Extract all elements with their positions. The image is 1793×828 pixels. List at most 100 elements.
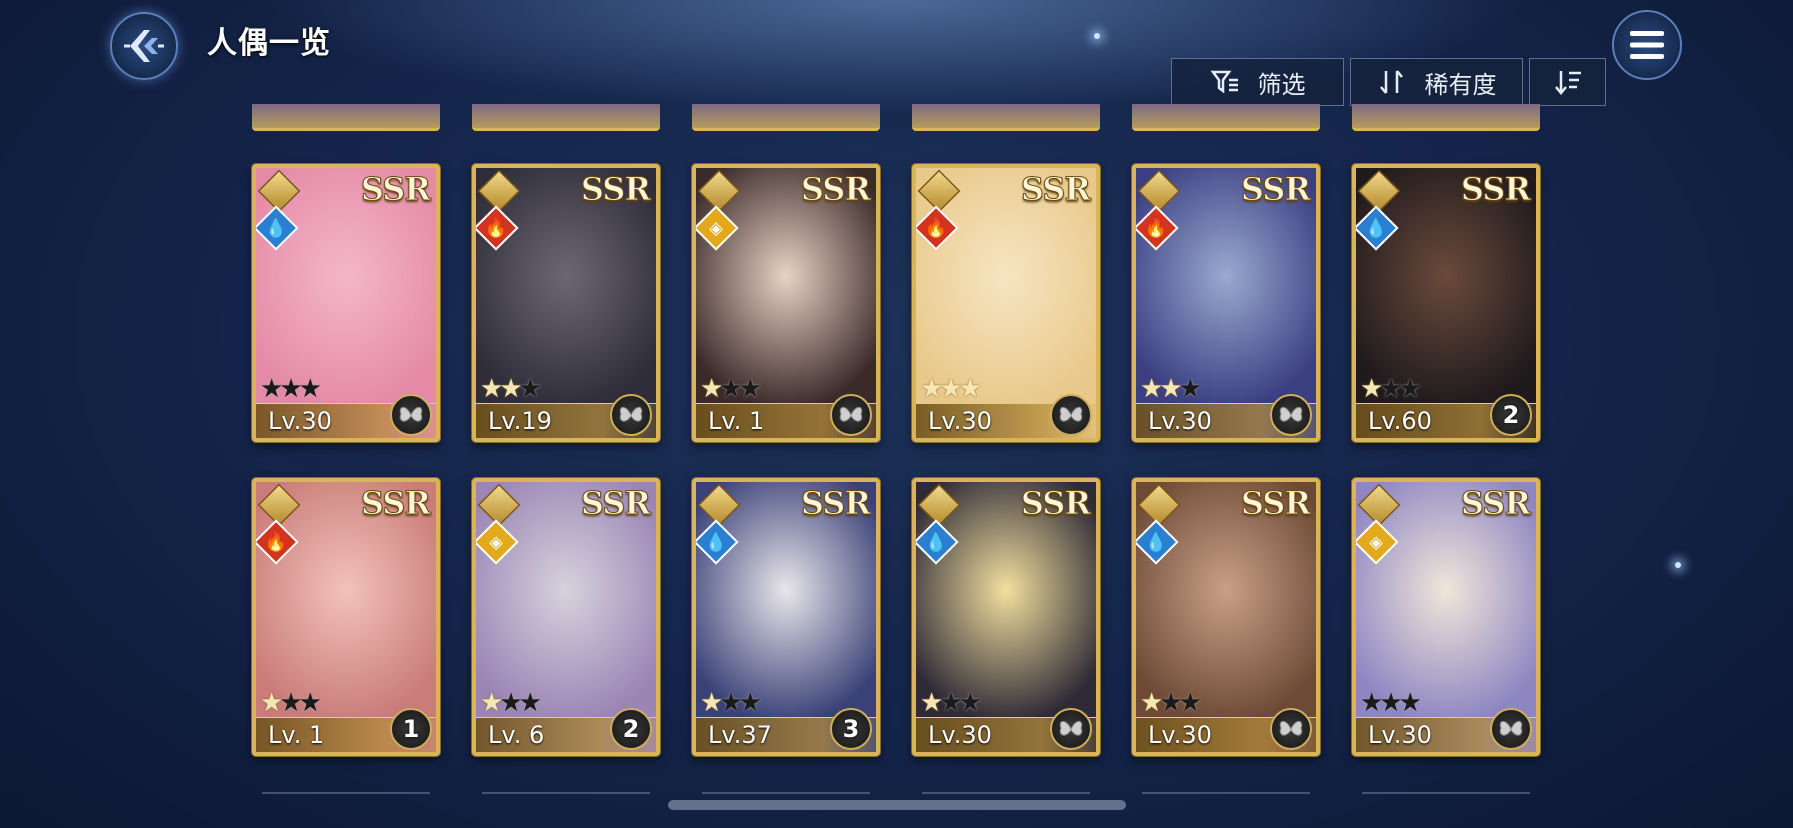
doll-card[interactable]: SSR 💧 ★★★ Lv.37 3: [692, 478, 880, 756]
rarity-label: SSR: [1240, 170, 1311, 209]
awakening-count-badge: 3: [830, 708, 872, 750]
doll-card-partial[interactable]: [252, 104, 440, 131]
doll-card[interactable]: SSR ◈ ★★★ Lv.30: [1352, 478, 1540, 756]
star-icon: ★: [298, 688, 322, 718]
doll-card-partial[interactable]: [912, 104, 1100, 131]
doll-card[interactable]: SSR 🔥 ★★★ Lv.30: [1132, 164, 1320, 442]
doll-card-partial[interactable]: [692, 104, 880, 131]
star-icon: ★: [1140, 688, 1163, 718]
doll-card[interactable]: SSR 💧 ★★★ Lv.30: [252, 164, 440, 442]
star-icon: ★: [738, 374, 762, 404]
back-arrow-icon: [124, 30, 164, 62]
doll-card[interactable]: SSR 💧 ★★★ Lv.60 2: [1352, 164, 1540, 442]
doll-card-partial[interactable]: [1352, 104, 1540, 131]
star-icon: ★: [738, 688, 762, 718]
star-rating: ★★★: [480, 374, 542, 404]
doll-card[interactable]: SSR ◈ ★★★ Lv. 62: [472, 478, 660, 756]
star-icon: ★: [920, 688, 943, 718]
star-icon: ★: [260, 374, 283, 404]
level-label: Lv.37: [708, 721, 772, 749]
butterfly-icon: [390, 394, 432, 436]
star-icon: ★: [1178, 688, 1202, 718]
awakening-count-badge: 2: [610, 708, 652, 750]
star-icon: ★: [279, 374, 302, 404]
row-divider: [1362, 792, 1530, 794]
star-rating: ★★★: [1360, 688, 1422, 718]
star-rating: ★★★: [1360, 374, 1422, 404]
star-rating: ★★★: [1140, 688, 1202, 718]
page-title: 人偶一览: [207, 26, 331, 61]
star-icon: ★: [939, 374, 962, 404]
sparkle-decoration: [1675, 562, 1681, 568]
doll-card[interactable]: SSR 🔥 ★★★ Lv.30: [912, 164, 1100, 442]
star-rating: ★★★: [480, 688, 542, 718]
sparkle-decoration: [1094, 33, 1100, 39]
butterfly-icon: [610, 394, 652, 436]
level-label: Lv.60: [1368, 407, 1432, 435]
star-rating: ★★★: [920, 374, 982, 404]
star-icon: ★: [1159, 374, 1182, 404]
star-icon: ★: [518, 374, 542, 404]
doll-card[interactable]: SSR 🔥 ★★★ Lv.19: [472, 164, 660, 442]
sort-label: 稀有度: [1424, 70, 1497, 99]
filter-icon: [1210, 70, 1238, 94]
star-rating: ★★★: [1140, 374, 1202, 404]
butterfly-icon: [1270, 708, 1312, 750]
star-icon: ★: [1398, 688, 1422, 718]
rarity-label: SSR: [1240, 484, 1311, 523]
back-button[interactable]: [110, 12, 178, 80]
star-rating: ★★★: [260, 688, 322, 718]
star-icon: ★: [939, 688, 962, 718]
star-icon: ★: [719, 374, 742, 404]
doll-card[interactable]: SSR ◈ ★★★ Lv. 1: [692, 164, 880, 442]
star-icon: ★: [958, 688, 982, 718]
row-divider: [482, 792, 650, 794]
butterfly-icon: [1270, 394, 1312, 436]
star-rating: ★★★: [260, 374, 322, 404]
doll-card[interactable]: SSR 💧 ★★★ Lv.30: [912, 478, 1100, 756]
star-icon: ★: [260, 688, 283, 718]
doll-card[interactable]: SSR 💧 ★★★ Lv.30: [1132, 478, 1320, 756]
level-label: Lv.30: [928, 721, 992, 749]
level-label: Lv.30: [1148, 721, 1212, 749]
rarity-label: SSR: [1460, 484, 1531, 523]
doll-card-partial[interactable]: [1132, 104, 1320, 131]
star-icon: ★: [1360, 374, 1383, 404]
level-label: Lv.30: [1148, 407, 1212, 435]
doll-card[interactable]: SSR 🔥 ★★★ Lv. 11: [252, 478, 440, 756]
star-icon: ★: [518, 688, 542, 718]
star-rating: ★★★: [700, 374, 762, 404]
star-icon: ★: [920, 374, 943, 404]
butterfly-icon: [830, 394, 872, 436]
rarity-label: SSR: [580, 170, 651, 209]
star-icon: ★: [700, 374, 723, 404]
home-indicator: [668, 800, 1126, 810]
star-rating: ★★★: [700, 688, 762, 718]
star-icon: ★: [1398, 374, 1422, 404]
row-divider: [702, 792, 870, 794]
sort-icon: [1379, 70, 1403, 94]
rarity-label: SSR: [800, 170, 871, 209]
menu-button[interactable]: [1612, 10, 1682, 80]
star-icon: ★: [1379, 688, 1402, 718]
filter-button[interactable]: 筛选: [1171, 58, 1344, 106]
level-label: Lv. 1: [268, 721, 325, 749]
star-icon: ★: [499, 374, 522, 404]
level-label: Lv.30: [928, 407, 992, 435]
star-icon: ★: [700, 688, 723, 718]
sort-order-icon: [1554, 71, 1581, 95]
butterfly-icon: [1490, 708, 1532, 750]
row-divider: [922, 792, 1090, 794]
star-icon: ★: [1140, 374, 1163, 404]
star-icon: ★: [1178, 374, 1202, 404]
star-icon: ★: [1379, 374, 1402, 404]
level-label: Lv.30: [1368, 721, 1432, 749]
doll-card-partial[interactable]: [472, 104, 660, 131]
awakening-count-badge: 1: [390, 708, 432, 750]
sort-rarity-button[interactable]: 稀有度: [1350, 58, 1523, 106]
star-icon: ★: [1360, 688, 1383, 718]
star-icon: ★: [958, 374, 982, 404]
sort-order-button[interactable]: [1529, 58, 1606, 106]
menu-icon: [1630, 31, 1664, 59]
star-rating: ★★★: [920, 688, 982, 718]
